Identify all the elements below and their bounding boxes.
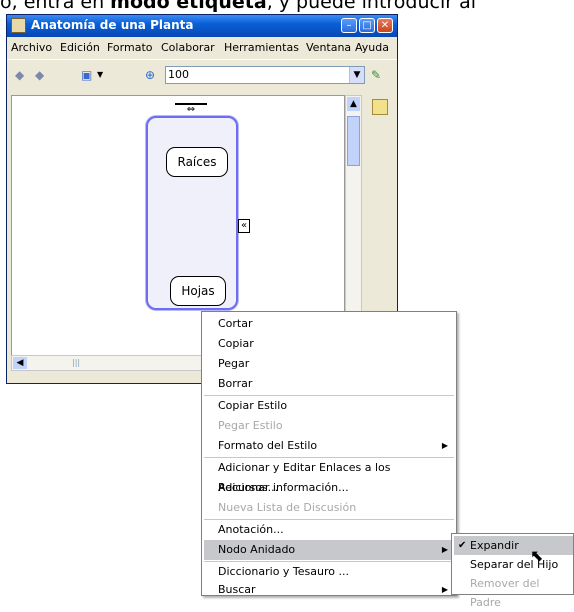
menu-bar: Archivo Edición Formato Colaborar Herram… (7, 37, 397, 57)
zoom-value: 100 (168, 68, 189, 81)
zoom-dropdown-icon[interactable]: ▼ (349, 67, 364, 83)
app-icon (11, 18, 26, 33)
scroll-grip: ||| (72, 358, 81, 367)
menu-item-discusion: Nueva Lista de Discusión (218, 501, 357, 514)
submenu-arrow-icon: ▶ (441, 585, 448, 594)
node-raices[interactable]: Raíces (166, 147, 228, 177)
nested-node-submenu: ✔ Expandir Separar del Hijo Remover del … (451, 533, 574, 609)
info-icon[interactable]: ✎ (371, 68, 385, 82)
back-arrow-icon[interactable]: ◆ (15, 68, 29, 82)
title-bar[interactable]: Anatomía de una Planta – □ ✕ (7, 15, 397, 37)
menu-item-enlaces[interactable]: Adicionar y Editar Enlaces a los Recurso… (204, 458, 454, 494)
menu-item-pegar[interactable]: Pegar (204, 354, 454, 374)
menu-item-anotacion[interactable]: Anotación... (204, 520, 454, 540)
menu-colaborar[interactable]: Colaborar (161, 41, 215, 54)
caption-bold: modo etiqueta (110, 0, 267, 13)
scroll-left-icon[interactable]: ◀ (13, 357, 27, 369)
maximize-button[interactable]: □ (359, 18, 375, 33)
caption-before: o, entra en (0, 0, 111, 13)
submenu-item-remover: Remover del Padre (470, 577, 540, 609)
menu-formato[interactable]: Formato (107, 41, 153, 54)
caption-text: o, entra en modo etiqueta, y puede intro… (0, 0, 574, 13)
chevron-down-icon[interactable]: ▼ (97, 68, 111, 82)
check-icon: ✔ (458, 540, 467, 551)
menu-item-cortar[interactable]: Cortar (204, 314, 454, 334)
menu-edicion[interactable]: Edición (60, 41, 100, 54)
menu-item-diccionario[interactable]: Diccionario y Tesauro ... (204, 562, 454, 582)
close-button[interactable]: ✕ (377, 18, 393, 33)
caption-after: , y puede introducir al (266, 0, 477, 13)
mouse-cursor-icon: ⬉ (530, 546, 544, 565)
menu-item-copiar[interactable]: Copiar (204, 334, 454, 354)
scroll-up-icon[interactable]: ▲ (347, 97, 360, 111)
side-collapse-icon[interactable]: « (238, 219, 250, 233)
collapse-toggle-icon[interactable]: ⇔ (175, 103, 207, 116)
menu-item-copiar-estilo[interactable]: Copiar Estilo (204, 396, 454, 416)
forward-arrow-icon[interactable]: ◆ (35, 68, 49, 82)
menu-item-nodo-anidado[interactable]: Nodo Anidado ▶ (204, 540, 454, 560)
window-title: Anatomía de una Planta (31, 18, 194, 32)
menu-item-informacion[interactable]: Adicionar información... (204, 478, 454, 498)
submenu-arrow-icon: ▶ (441, 545, 448, 554)
menu-item-pegar-estilo: Pegar Estilo (218, 419, 283, 432)
minimize-button[interactable]: – (341, 18, 357, 33)
menu-ventana[interactable]: Ventana (306, 41, 351, 54)
node-hojas[interactable]: Hojas (170, 276, 226, 306)
submenu-arrow-icon: ▶ (441, 441, 448, 450)
context-menu: Cortar Copiar Pegar Borrar Copiar Estilo… (201, 311, 457, 596)
submenu-item-separar[interactable]: Separar del Hijo (454, 555, 573, 574)
menu-herramientas[interactable]: Herramientas (224, 41, 299, 54)
menu-ayuda[interactable]: Ayuda (355, 41, 389, 54)
palette-icon[interactable] (372, 99, 388, 115)
view-mode-icon[interactable]: ▣ (81, 68, 95, 82)
toolbar: ◆ ◆ ▣ ▼ ⊕ 100 ▼ ✎ (7, 59, 397, 90)
zoom-select[interactable]: 100 ▼ (165, 66, 365, 84)
submenu-item-expandir[interactable]: ✔ Expandir (454, 536, 573, 555)
menu-item-borrar[interactable]: Borrar (204, 374, 454, 394)
scroll-thumb[interactable] (347, 116, 360, 166)
menu-item-buscar[interactable]: Buscar ▶ (204, 580, 454, 600)
menu-archivo[interactable]: Archivo (11, 41, 52, 54)
menu-item-formato-estilo[interactable]: Formato del Estilo ▶ (204, 436, 454, 456)
zoom-icon[interactable]: ⊕ (145, 68, 159, 82)
